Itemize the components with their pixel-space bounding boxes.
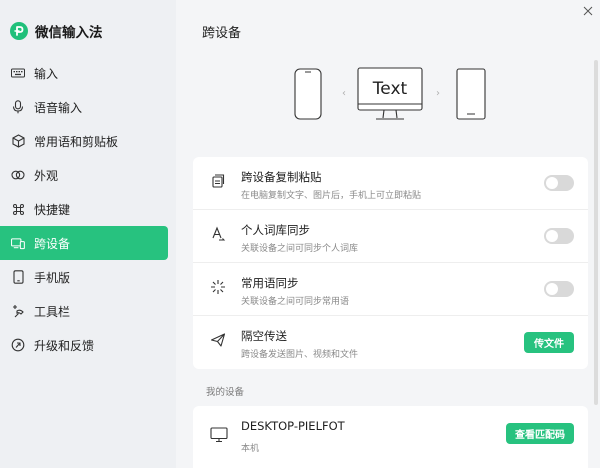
phrase-sync-toggle[interactable] <box>544 281 574 297</box>
scrollbar[interactable] <box>594 60 598 405</box>
feature-desc: 关联设备之间可同步个人词库 <box>241 244 359 254</box>
keyboard-icon <box>11 66 25 80</box>
appearance-icon <box>11 168 25 182</box>
sidebar-item-label: 输入 <box>34 66 59 81</box>
sidebar-item-appearance[interactable]: 外观 <box>0 158 168 192</box>
sidebar: 微信输入法 输入 语音输入 常用语和剪贴板 外观 快捷键 跨设备 手机版 工具栏… <box>0 0 176 468</box>
feature-title: 跨设备复制粘贴 <box>241 170 322 184</box>
sidebar-item-input[interactable]: 输入 <box>0 56 168 90</box>
sidebar-item-voice-input[interactable]: 语音输入 <box>0 90 168 124</box>
feature-row-clipboard-sync: 跨设备复制粘贴 在电脑复制文字、图片后，手机上可立即粘贴 <box>193 157 588 210</box>
toggle-knob <box>546 177 558 189</box>
sidebar-item-label: 快捷键 <box>34 202 71 217</box>
feature-row-phrase-sync: 常用语同步 关联设备之间可同步常用语 <box>193 263 588 316</box>
sparkle-icon <box>210 279 226 295</box>
feature-row-airdrop: 隔空传送 跨设备发送图片、视频和文件 传文件 <box>193 316 588 369</box>
font-sync-icon <box>210 226 226 242</box>
feature-row-dictionary-sync: 个人词库同步 关联设备之间可同步个人词库 <box>193 210 588 263</box>
feature-desc: 关联设备之间可同步常用语 <box>241 297 350 307</box>
sidebar-item-label: 手机版 <box>34 270 71 285</box>
app-title: 微信输入法 <box>35 25 103 41</box>
microphone-icon <box>11 100 25 114</box>
sidebar-item-label: 升级和反馈 <box>34 338 95 353</box>
cross-device-illustration: ‹ › Text <box>286 64 496 130</box>
arrow-left-icon: ‹ <box>342 88 346 99</box>
clipboard-icon <box>210 173 226 189</box>
sidebar-item-phrases-clipboard[interactable]: 常用语和剪贴板 <box>0 124 168 158</box>
sidebar-item-label: 语音输入 <box>34 100 83 115</box>
main-panel: 跨设备 ‹ › Text 跨设备复制粘贴 在电脑复制文字、图片后，手机上可立即粘… <box>176 0 600 468</box>
sidebar-item-label: 常用语和剪贴板 <box>34 134 119 149</box>
toggle-knob <box>546 230 558 242</box>
monitor-icon <box>210 427 228 443</box>
monitor-text: Text <box>372 79 408 99</box>
sidebar-item-toolbar[interactable]: 工具栏 <box>0 294 168 328</box>
cube-icon <box>11 134 25 148</box>
sidebar-item-label: 跨设备 <box>34 236 71 251</box>
sidebar-item-cross-device[interactable]: 跨设备 <box>0 226 168 260</box>
view-pairing-code-button[interactable]: 查看匹配码 <box>506 423 574 444</box>
devices-icon <box>11 236 25 250</box>
feature-desc: 在电脑复制文字、图片后，手机上可立即粘贴 <box>241 191 422 201</box>
my-devices-label: 我的设备 <box>206 387 245 398</box>
sidebar-item-mobile[interactable]: 手机版 <box>0 260 168 294</box>
feature-title: 隔空传送 <box>241 329 287 343</box>
device-subtitle: 本机 <box>241 444 260 454</box>
sidebar-nav: 输入 语音输入 常用语和剪贴板 外观 快捷键 跨设备 手机版 工具栏 升级和反馈 <box>0 56 176 362</box>
illustration-graphic: ‹ › Text <box>294 67 486 120</box>
close-button[interactable] <box>580 2 596 18</box>
dictionary-sync-toggle[interactable] <box>544 228 574 244</box>
send-icon <box>210 332 226 348</box>
toggle-knob <box>546 283 558 295</box>
upgrade-icon <box>11 338 25 352</box>
feature-title: 个人词库同步 <box>241 223 310 237</box>
phone-icon <box>11 270 25 284</box>
feature-title: 常用语同步 <box>241 276 299 290</box>
send-file-button[interactable]: 传文件 <box>524 332 574 353</box>
toolbar-icon <box>11 304 25 318</box>
sidebar-item-label: 外观 <box>34 168 59 183</box>
device-name: DESKTOP-PIELFOT <box>241 419 345 433</box>
main-header: 跨设备 <box>176 0 600 52</box>
close-icon <box>583 1 593 20</box>
sidebar-item-label: 工具栏 <box>34 304 71 319</box>
sidebar-item-shortcuts[interactable]: 快捷键 <box>0 192 168 226</box>
app-window: 微信输入法 输入 语音输入 常用语和剪贴板 外观 快捷键 跨设备 手机版 工具栏… <box>0 0 600 468</box>
device-card: DESKTOP-PIELFOT 本机 查看匹配码 <box>193 406 588 468</box>
sidebar-item-upgrade-feedback[interactable]: 升级和反馈 <box>0 328 168 362</box>
clipboard-sync-toggle[interactable] <box>544 175 574 191</box>
command-icon <box>11 202 25 216</box>
page-title: 跨设备 <box>202 26 242 41</box>
brand: 微信输入法 <box>10 20 103 42</box>
arrow-right-icon: › <box>436 88 440 99</box>
feature-desc: 跨设备发送图片、视频和文件 <box>241 350 359 360</box>
wechat-ime-logo-icon <box>10 22 28 40</box>
features-card: 跨设备复制粘贴 在电脑复制文字、图片后，手机上可立即粘贴 个人词库同步 关联设备… <box>193 157 588 369</box>
